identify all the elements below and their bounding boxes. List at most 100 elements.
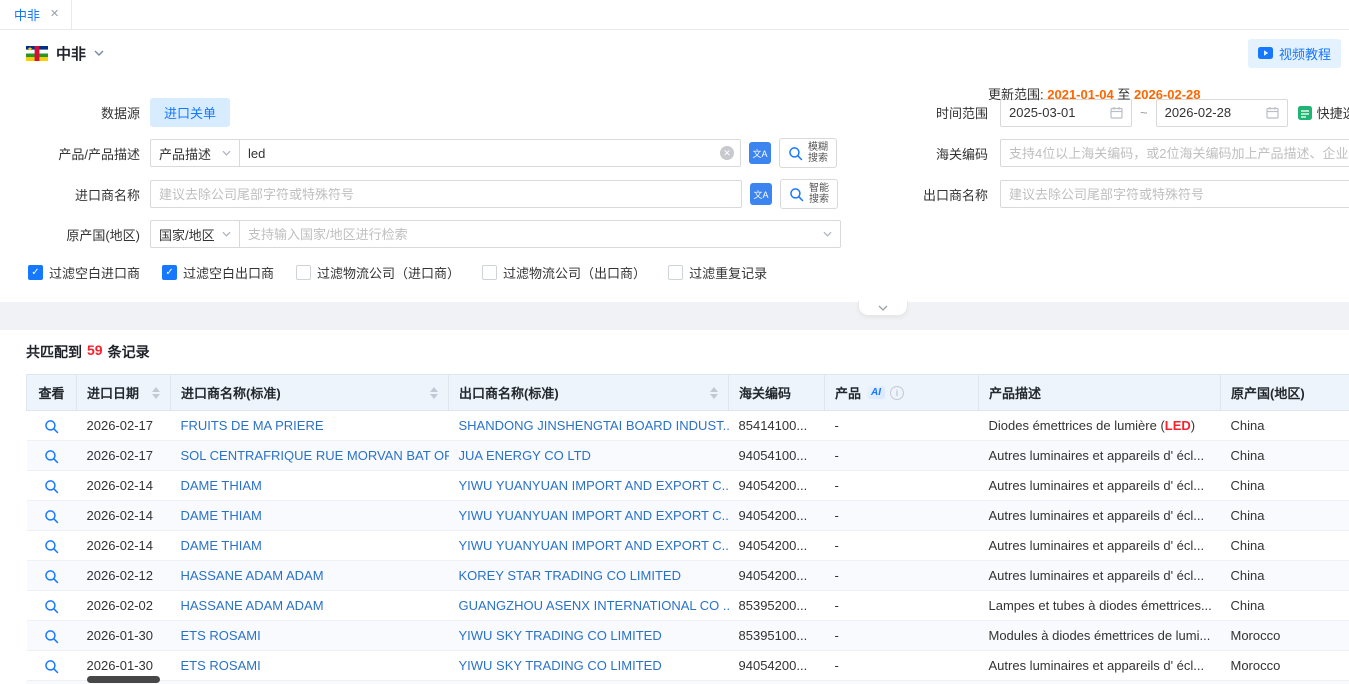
hs-code-cell: 94054200... <box>729 501 825 531</box>
translate-icon[interactable]: 文A <box>749 142 771 164</box>
origin-cell: China <box>1221 471 1349 501</box>
filter-label: 过滤物流公司（出口商） <box>503 263 646 282</box>
importer-name-label: 进口商名称 <box>26 185 150 204</box>
exporter-link[interactable]: YIWU SKY TRADING CO LIMITED <box>459 628 662 643</box>
column-label: 海关编码 <box>739 383 791 402</box>
hs-code-label: 海关编码 <box>870 144 1000 163</box>
checkbox-icon <box>482 265 497 280</box>
search-icon <box>44 629 59 644</box>
search-icon <box>44 569 59 584</box>
importer-link[interactable]: SOL CENTRAFRIQUE RUE MORVAN BAT OF... <box>181 448 449 463</box>
importer-link[interactable]: DAME THIAM <box>181 538 262 553</box>
update-range-connector: 至 <box>1117 87 1130 102</box>
search-icon <box>44 539 59 554</box>
importer-link[interactable]: ETS ROSAMI <box>181 628 261 643</box>
column-label: 查看 <box>38 383 64 402</box>
import-date-cell: 2026-02-17 <box>77 441 171 471</box>
importer-link[interactable]: HASSANE ADAM ADAM <box>181 568 324 583</box>
description-cell: Autres luminaires et appareils d' écl... <box>979 471 1221 501</box>
view-record-button[interactable] <box>44 599 59 614</box>
filter-checkbox[interactable]: 过滤空白出口商 <box>162 263 274 282</box>
view-record-button[interactable] <box>44 539 59 554</box>
view-record-button[interactable] <box>44 419 59 434</box>
video-tutorial-button[interactable]: 视频教程 <box>1248 39 1341 68</box>
view-record-button[interactable] <box>44 449 59 464</box>
hs-code-cell: 94054100... <box>729 441 825 471</box>
hs-code-cell: 94054200... <box>729 561 825 591</box>
filter-checkbox[interactable]: 过滤重复记录 <box>668 263 767 282</box>
description-text: Diodes émettrices de lumière ( <box>989 418 1165 433</box>
origin-cell: Morocco <box>1221 651 1349 681</box>
translate-icon[interactable]: 文A <box>750 183 772 205</box>
exporter-link[interactable]: YIWU YUANYUAN IMPORT AND EXPORT C... <box>459 478 729 493</box>
product-cell: - <box>825 531 979 561</box>
sort-icons[interactable] <box>710 387 718 399</box>
smart-search-label-line1: 智能 <box>809 183 829 194</box>
tab-central-africa[interactable]: 中非 ✕ <box>0 0 72 29</box>
info-icon[interactable] <box>890 386 904 400</box>
smart-search-button[interactable]: 智能 搜索 <box>780 179 838 209</box>
importer-link[interactable]: HASSANE ADAM ADAM <box>181 598 324 613</box>
importer-link[interactable]: FRUITS DE MA PRIERE <box>181 418 324 433</box>
importer-link[interactable]: DAME THIAM <box>181 478 262 493</box>
end-date-value: 2026-02-28 <box>1165 105 1232 120</box>
results-section: 共匹配到 59 条记录 查看 进口日期 进口商名 <box>0 330 1349 660</box>
sort-icons[interactable] <box>430 387 438 399</box>
chevron-down-icon <box>94 50 104 56</box>
exporter-link[interactable]: YIWU YUANYUAN IMPORT AND EXPORT C... <box>459 508 729 523</box>
translate-glyph: 文A <box>752 147 767 160</box>
sort-icons[interactable] <box>152 387 160 399</box>
quick-select-button[interactable]: 快捷选择 <box>1298 103 1349 122</box>
view-record-button[interactable] <box>44 569 59 584</box>
exporter-link[interactable]: JUA ENERGY CO LTD <box>459 448 591 463</box>
collapse-form-button[interactable] <box>858 301 908 316</box>
filter-checkbox[interactable]: 过滤物流公司（出口商） <box>482 263 646 282</box>
smart-search-label-line2: 搜索 <box>809 194 829 205</box>
column-header-description: 产品描述 <box>979 375 1221 411</box>
exporter-link[interactable]: GUANGZHOU ASENX INTERNATIONAL CO ... <box>459 598 729 613</box>
exporter-link[interactable]: SHANDONG JINSHENGTAI BOARD INDUST... <box>459 418 729 433</box>
view-record-button[interactable] <box>44 629 59 644</box>
table-row: 2026-02-14 DAME THIAM YIWU YUANYUAN IMPO… <box>27 531 1349 561</box>
importer-link[interactable]: DAME THIAM <box>181 508 262 523</box>
import-date-cell: 2026-02-12 <box>77 561 171 591</box>
table-row: 2026-02-14 DAME THIAM YIWU YUANYUAN IMPO… <box>27 471 1349 501</box>
description-cell: Autres luminaires et appareils d' écl... <box>979 501 1221 531</box>
product-field-type-select[interactable]: 产品描述 <box>150 139 240 167</box>
origin-country-input[interactable] <box>239 220 841 248</box>
clear-input-icon[interactable]: ✕ <box>720 146 734 160</box>
exporter-link[interactable]: YIWU SKY TRADING CO LIMITED <box>459 658 662 673</box>
description-cell: Autres luminaires et appareils d' écl... <box>979 441 1221 471</box>
quick-select-label: 快捷选择 <box>1317 103 1349 122</box>
filter-label: 过滤空白出口商 <box>183 263 274 282</box>
horizontal-scrollbar-thumb[interactable] <box>87 676 160 683</box>
origin-cell: China <box>1221 501 1349 531</box>
exporter-link[interactable]: KOREY STAR TRADING CO LIMITED <box>459 568 681 583</box>
view-record-button[interactable] <box>44 479 59 494</box>
filter-checkbox[interactable]: 过滤物流公司（进口商） <box>296 263 460 282</box>
calendar-icon <box>1266 106 1279 119</box>
description-cell: Diodes émettrices de lumière (LED) <box>979 411 1221 441</box>
search-icon <box>44 599 59 614</box>
fuzzy-search-button[interactable]: 模糊 搜索 <box>779 138 837 168</box>
import-date-cell: 2026-02-14 <box>77 471 171 501</box>
filter-checkbox[interactable]: 过滤空白进口商 <box>28 263 140 282</box>
chevron-down-icon <box>222 150 231 156</box>
importer-name-input[interactable] <box>150 180 742 208</box>
exporter-link[interactable]: YIWU YUANYUAN IMPORT AND EXPORT C... <box>459 538 729 553</box>
view-record-button[interactable] <box>44 509 59 524</box>
product-search-input[interactable] <box>239 139 741 167</box>
country-selector[interactable]: 中非 <box>26 43 104 64</box>
hs-code-input[interactable] <box>1000 139 1349 167</box>
importer-link[interactable]: ETS ROSAMI <box>181 658 261 673</box>
close-icon[interactable]: ✕ <box>50 9 59 20</box>
data-source-import-declarations[interactable]: 进口关单 <box>150 98 230 127</box>
description-text: Autres luminaires et appareils d' écl... <box>989 568 1205 583</box>
video-tutorial-label: 视频教程 <box>1279 44 1331 63</box>
hs-code-cell: 94054200... <box>729 651 825 681</box>
table-row: 2026-02-02 HASSANE ADAM ADAM GUANGZHOU A… <box>27 591 1349 621</box>
view-record-button[interactable] <box>44 659 59 674</box>
description-cell: Autres luminaires et appareils d' écl... <box>979 561 1221 591</box>
origin-type-select[interactable]: 国家/地区 <box>150 220 240 248</box>
exporter-name-input[interactable] <box>1000 180 1349 208</box>
